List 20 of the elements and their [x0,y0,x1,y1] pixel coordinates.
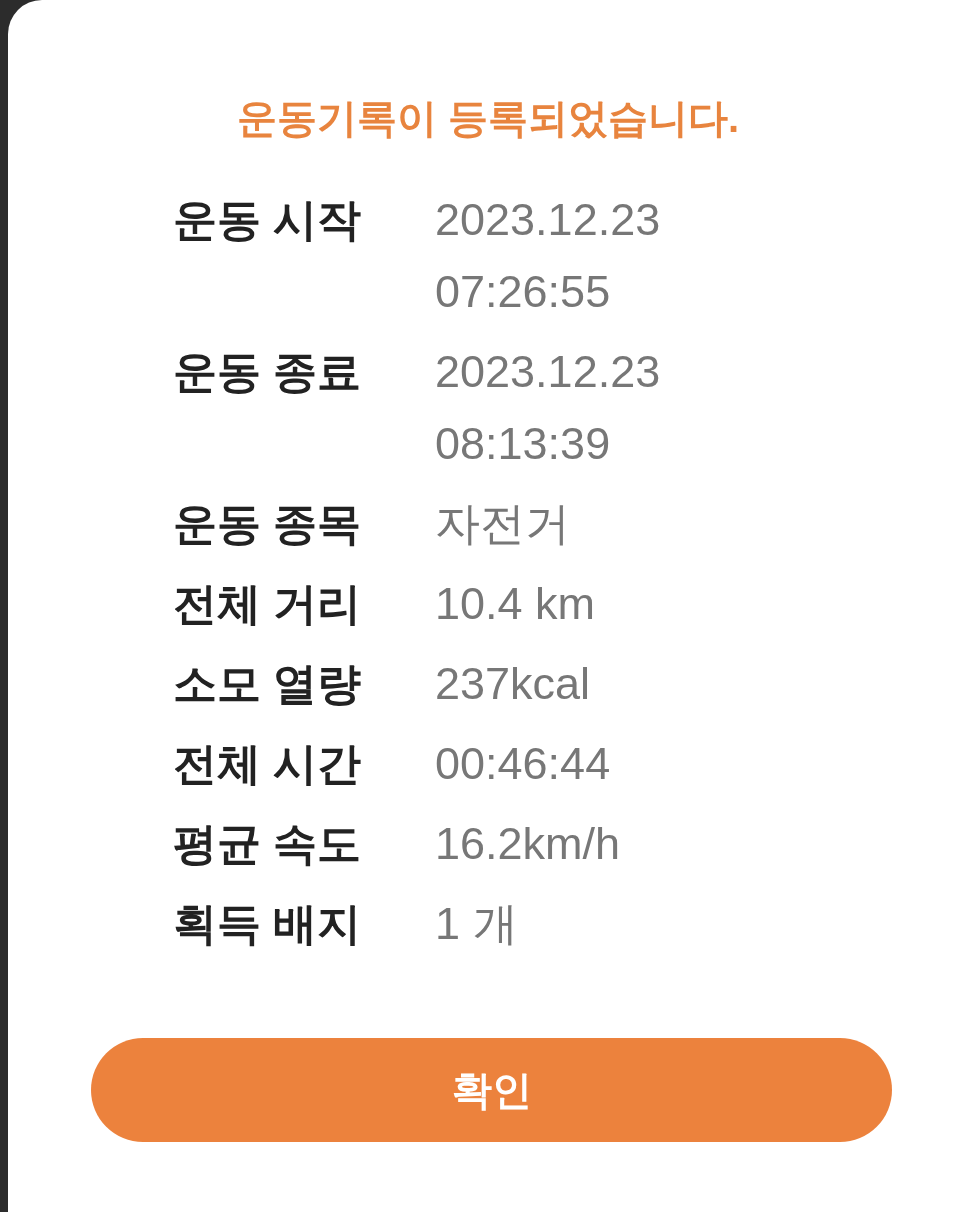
field-label: 운동 시작 [173,194,363,246]
field-value: 10.4 km [435,577,597,631]
dialog-title: 운동기록이 등록되었습니다. [235,95,741,142]
field-label: 획득 배지 [173,898,363,950]
field-value: 08:13:39 [435,417,612,471]
field-value: 00:46:44 [435,737,612,791]
field-label: 운동 종목 [173,498,363,550]
field-label: 전체 시간 [173,738,363,790]
field-value: 2023.12.23 [435,345,662,399]
field-value: 2023.12.23 [435,193,662,247]
field-value: 1 개 [435,897,519,951]
confirm-button[interactable]: 확인 [91,1038,892,1142]
field-label: 운동 종료 [173,346,363,398]
field-value: 07:26:55 [435,265,612,319]
field-value: 237kcal [435,657,592,711]
field-value: 자전거 [435,497,571,551]
field-value: 16.2km/h [435,817,622,871]
field-label: 평균 속도 [173,818,363,870]
field-label: 소모 열량 [173,658,363,710]
field-label: 전체 거리 [173,578,363,630]
